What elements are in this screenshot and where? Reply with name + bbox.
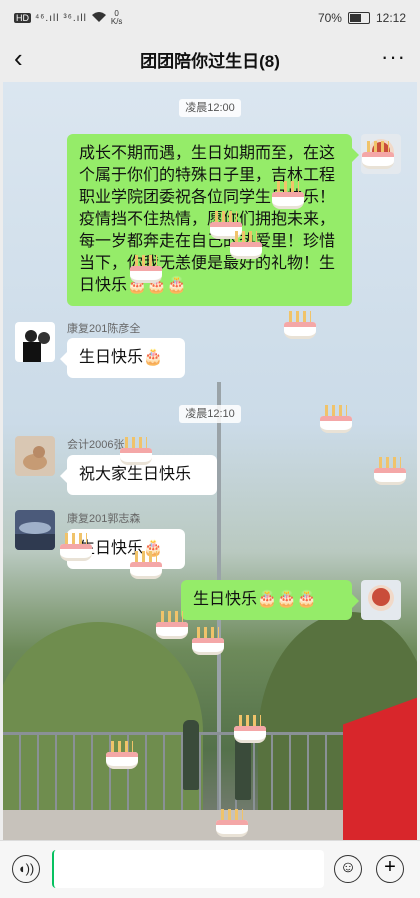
message-input[interactable] xyxy=(52,850,324,888)
chevron-left-icon[interactable]: ‹ xyxy=(14,44,23,72)
more-dots-icon[interactable]: ··· xyxy=(381,46,406,68)
input-bar: ◖)) ☺ + xyxy=(0,840,420,898)
cake-icon xyxy=(233,712,267,743)
cake-icon xyxy=(215,806,249,837)
timestamp-text: 凌晨12:00 xyxy=(179,99,241,117)
timestamp-text-2: 凌晨12:10 xyxy=(179,405,241,423)
plus-icon[interactable]: + xyxy=(376,855,404,883)
user-avatar-2[interactable] xyxy=(15,436,55,476)
voice-icon[interactable]: ◖)) xyxy=(12,855,40,883)
cake-icon xyxy=(129,548,163,579)
cake-icon xyxy=(283,308,317,339)
cake-icon xyxy=(373,454,407,485)
sender-name: 康复201陈彦全 xyxy=(67,323,141,335)
cake-icon xyxy=(361,138,395,169)
my-avatar-2[interactable] xyxy=(361,580,401,620)
timestamp: 凌晨12:00 xyxy=(3,98,417,117)
timestamp-2: 凌晨12:10 xyxy=(3,404,417,423)
wifi-icon xyxy=(91,11,107,26)
cake-icon xyxy=(155,608,189,639)
network-speed-unit: K/s xyxy=(110,17,123,26)
cake-icon xyxy=(59,530,93,561)
chat-title: 团团陪你过生日(8) xyxy=(140,51,280,71)
chat-area[interactable]: 凌晨12:00 成长不期而遇，生日如期而至，在这个属于你们的特殊日子里，吉林工程… xyxy=(3,82,417,840)
signal-icon-2: ³⁶.ıll xyxy=(63,12,87,24)
cake-icon xyxy=(191,624,225,655)
sender-name-2: 会计2006张 xyxy=(67,439,125,451)
sender-name-3: 康复201郭志森 xyxy=(67,513,141,525)
cake-icon xyxy=(229,228,263,259)
cake-icon xyxy=(319,402,353,433)
message-bubble-5[interactable]: 生日快乐🎂🎂🎂 xyxy=(181,580,359,620)
hd-badge: HD xyxy=(14,13,31,23)
user-avatar-3[interactable] xyxy=(15,510,55,550)
network-speed: 0 K/s xyxy=(111,10,123,26)
chat-header: ‹ 团团陪你过生日(8) ··· xyxy=(0,36,420,82)
battery-icon xyxy=(347,12,370,24)
cake-icon xyxy=(105,738,139,769)
status-bar: HD ⁴⁶.ıll ³⁶.ıll 0 K/s 70% 12:12 xyxy=(0,0,420,36)
signal-icon: ⁴⁶.ıll xyxy=(35,12,60,24)
user-avatar[interactable] xyxy=(15,322,55,362)
cake-icon xyxy=(129,252,163,283)
cake-icon xyxy=(119,434,153,465)
soldier-image xyxy=(183,720,199,790)
cake-icon xyxy=(271,178,305,209)
emoji-icon[interactable]: ☺ xyxy=(334,855,362,883)
battery-percent: 70% xyxy=(317,11,342,25)
clock: 12:12 xyxy=(375,11,406,25)
message-bubble-2[interactable]: 生日快乐🎂 xyxy=(60,338,185,378)
